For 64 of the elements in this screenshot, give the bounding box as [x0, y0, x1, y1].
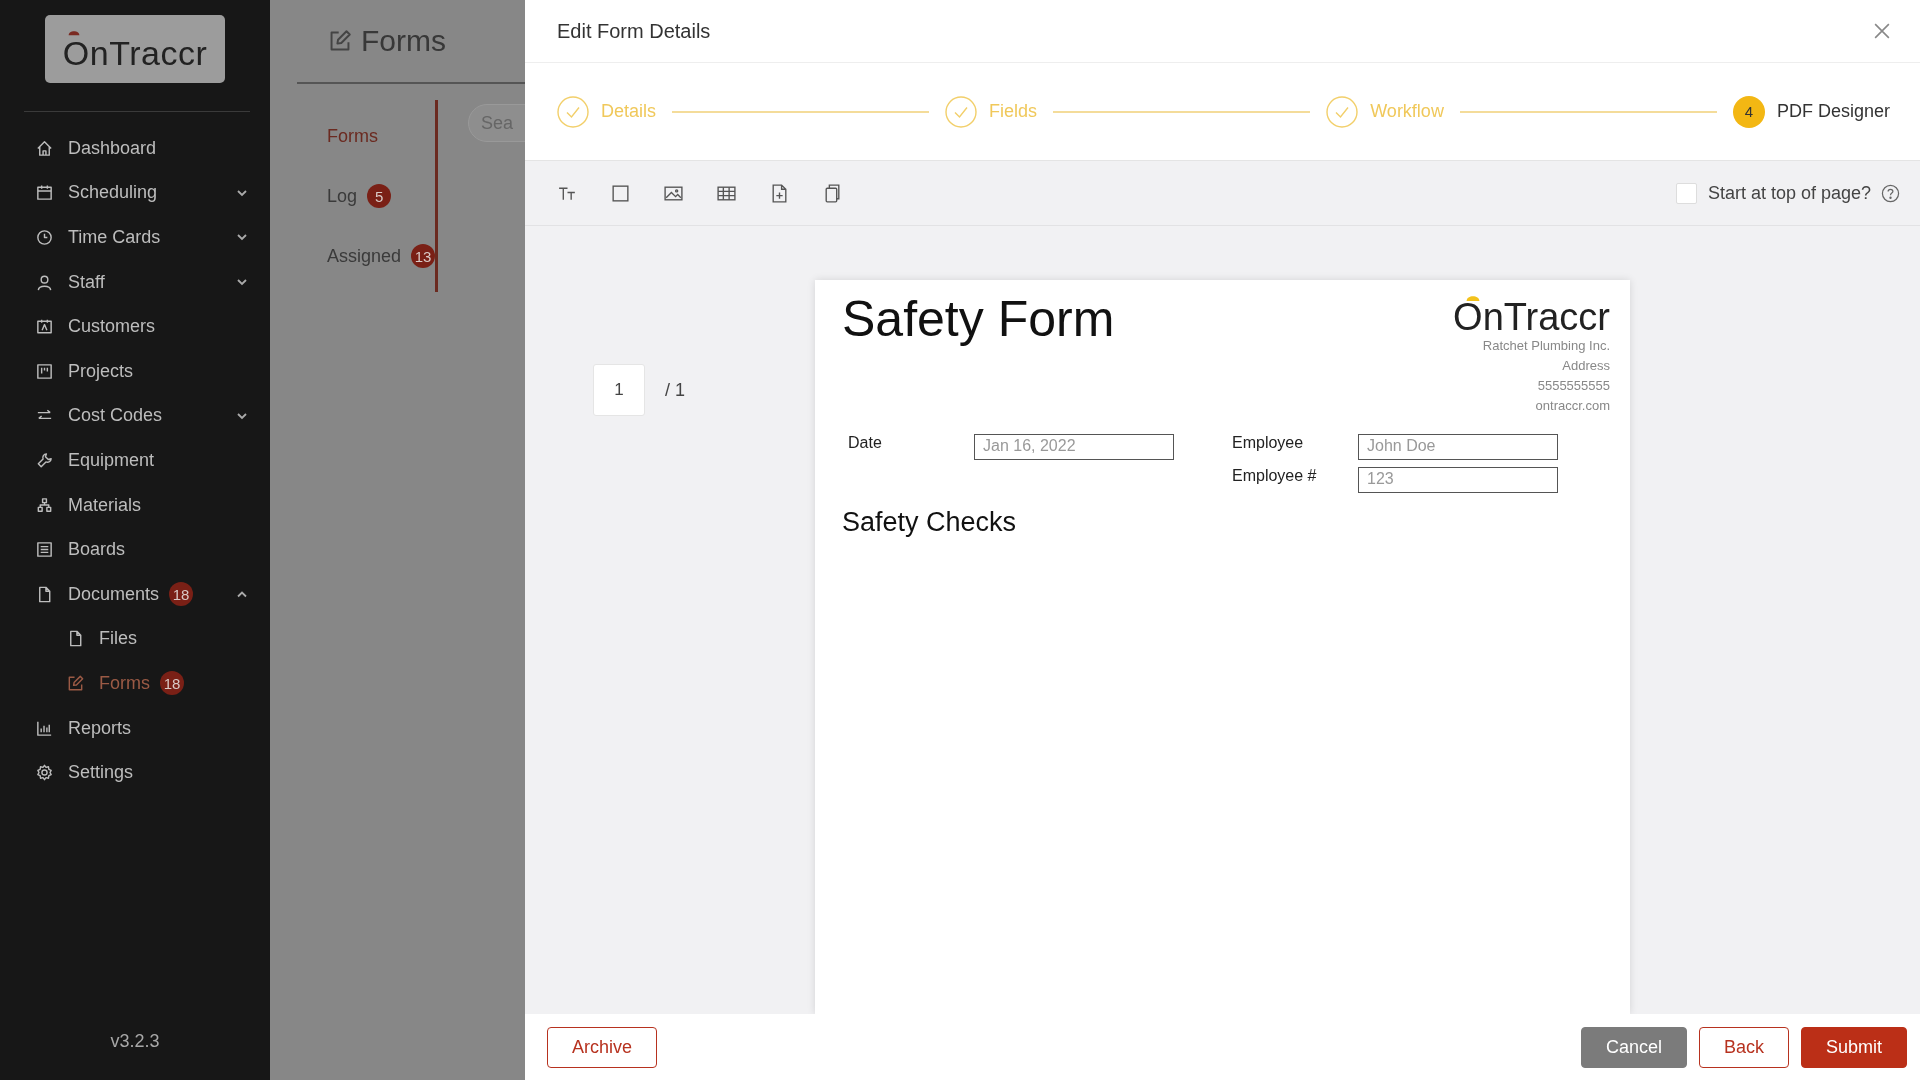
sidebar-item[interactable]: Boards — [0, 527, 270, 572]
count-badge: 13 — [411, 244, 436, 268]
logo-text: OnTraccr — [1453, 298, 1610, 336]
company-info: 5555555555 — [1537, 377, 1610, 395]
sidebar-item[interactable]: Materials — [0, 482, 270, 528]
sidebar-item[interactable]: Dashboard — [0, 126, 270, 171]
sidebar-item[interactable]: Reports — [0, 705, 270, 751]
company-info: Ratchet Plumbing Inc. — [1482, 337, 1610, 355]
page-total: / 1 — [665, 379, 685, 401]
sidebar-item[interactable]: Settings — [0, 750, 270, 795]
footer-button[interactable]: Submit — [1800, 1026, 1907, 1068]
kanban-icon — [35, 361, 54, 381]
list-icon — [35, 540, 54, 560]
help-icon[interactable] — [1881, 183, 1900, 203]
count-badge: 5 — [367, 184, 392, 208]
sidebar-item[interactable]: Staff — [0, 259, 270, 305]
wrench-icon — [35, 450, 54, 470]
step-number: 4 — [1732, 95, 1765, 128]
sidebar-item[interactable]: Forms 18 — [0, 661, 270, 706]
page-title: Forms — [361, 24, 446, 58]
sidebar-item[interactable]: Scheduling — [0, 170, 270, 216]
field-label: Employee — [1231, 434, 1305, 452]
chevron-icon — [236, 590, 248, 599]
sidebar-item[interactable]: Documents 18 — [0, 571, 270, 617]
section-heading: Safety Checks — [842, 507, 1018, 538]
boxes-icon — [35, 495, 54, 515]
company-info: Address — [1562, 357, 1610, 375]
sidebar-item[interactable]: Time Cards — [0, 215, 270, 260]
sidebar-item[interactable]: Equipment — [0, 438, 270, 483]
field-label: Employee # — [1231, 467, 1318, 485]
close-icon[interactable] — [1874, 23, 1890, 39]
archive-button[interactable]: Archive — [547, 1026, 658, 1068]
check-circle-icon — [1326, 95, 1359, 128]
version-label: v3.2.3 — [109, 1031, 161, 1052]
page-number-field[interactable]: 1 — [593, 364, 645, 416]
sidebar-item[interactable]: Customers — [0, 304, 270, 349]
chevron-icon — [236, 233, 248, 242]
dialog-title: Edit Form Details — [557, 19, 711, 43]
wizard-step[interactable]: 4 PDF Designer — [1732, 95, 1890, 128]
company-info: ontraccr.com — [1535, 397, 1610, 415]
checkbox[interactable] — [1675, 182, 1697, 204]
chevron-icon — [236, 411, 248, 420]
clock-icon — [35, 228, 54, 247]
footer-button[interactable]: Back — [1698, 1026, 1789, 1068]
checkbox-label[interactable]: Start at top of page? — [1707, 182, 1871, 204]
helmet-icon — [67, 28, 81, 36]
footer-button[interactable]: Cancel — [1580, 1026, 1687, 1068]
logo-text: OnTraccr — [62, 36, 208, 70]
sidebar-item[interactable]: Cost Codes — [0, 393, 270, 439]
settings-icon — [35, 763, 54, 783]
count-badge: 18 — [160, 671, 184, 696]
edit-icon — [66, 673, 85, 693]
chevron-icon — [236, 278, 248, 287]
sidebar-item[interactable]: Projects — [0, 348, 270, 394]
check-circle-icon — [557, 95, 589, 128]
home-icon — [35, 138, 54, 158]
field-label: Date — [847, 434, 883, 452]
logo-badge[interactable]: OnTraccr — [45, 15, 225, 83]
document-title: Safety Form — [842, 292, 1115, 349]
check-circle-icon — [945, 95, 978, 128]
sidebar-item[interactable]: Files — [0, 616, 270, 662]
chevron-icon — [236, 188, 248, 197]
count-badge: 18 — [169, 582, 194, 607]
calendar-icon — [35, 183, 54, 203]
